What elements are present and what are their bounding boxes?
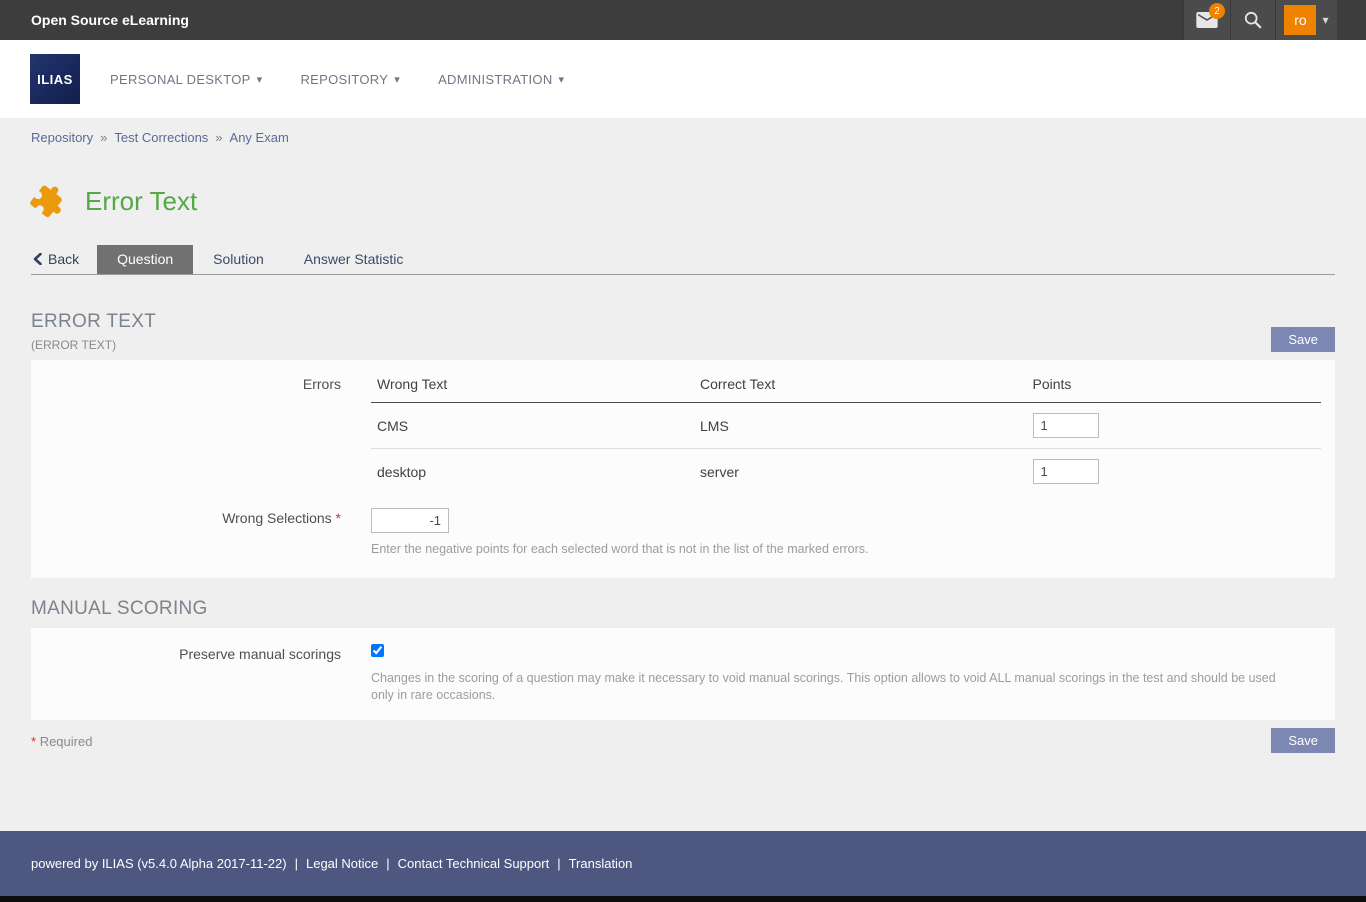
footer-link-translation[interactable]: Translation [569,856,633,871]
nav-repository[interactable]: REPOSITORY ▾ [300,72,400,87]
errors-label: Errors [31,374,371,494]
breadcrumb-repository[interactable]: Repository [31,130,93,145]
col-header-wrong-text: Wrong Text [371,374,694,403]
header: ILIAS PERSONAL DESKTOP ▾ REPOSITORY ▾ AD… [0,40,1366,118]
save-button-top[interactable]: Save [1271,327,1335,352]
title-row: Error Text [0,145,1366,219]
points-input-row1[interactable] [1033,413,1099,438]
main-nav: PERSONAL DESKTOP ▾ REPOSITORY ▾ ADMINIST… [110,72,564,87]
nav-personal-desktop[interactable]: PERSONAL DESKTOP ▾ [110,72,262,87]
save-button-bottom[interactable]: Save [1271,728,1335,753]
ilias-logo[interactable]: ILIAS [30,54,80,104]
errors-table: Wrong Text Correct Text Points CMS LMS d… [371,374,1321,494]
footer-link-legal-notice[interactable]: Legal Notice [306,856,378,871]
points-input-row2[interactable] [1033,459,1099,484]
errors-row: Errors Wrong Text Correct Text Points CM… [31,374,1321,494]
wrong-text-cell: desktop [371,449,694,495]
powered-by-text: powered by ILIAS (v5.4.0 Alpha 2017-11-2… [31,856,287,871]
required-asterisk: * [31,734,36,749]
wrong-selections-help: Enter the negative points for each selec… [371,541,1291,558]
mail-badge: 2 [1209,3,1225,19]
section-subtitle: (ERROR TEXT) [31,338,156,352]
footer-separator: | [386,856,389,871]
col-header-correct-text: Correct Text [694,374,1027,403]
errors-table-header-row: Wrong Text Correct Text Points [371,374,1321,403]
wrong-selections-row: Wrong Selections * Enter the negative po… [31,508,1321,558]
correct-text-cell: LMS [694,403,1027,449]
section-title: ERROR TEXT [31,311,156,333]
breadcrumb-separator: » [215,130,222,145]
breadcrumb: Repository » Test Corrections » Any Exam [0,118,1366,145]
required-note: * Required [31,728,92,749]
breadcrumb-test-corrections[interactable]: Test Corrections [114,130,208,145]
manual-scoring-panel: Preserve manual scorings Changes in the … [31,628,1335,720]
nav-label: PERSONAL DESKTOP [110,72,251,87]
manual-scoring-help: Changes in the scoring of a question may… [371,670,1291,704]
user-menu[interactable]: ro ▾ [1275,0,1337,40]
breadcrumb-any-exam[interactable]: Any Exam [230,130,289,145]
top-bar: Open Source eLearning 2 ro ▾ [0,0,1366,40]
wrong-selections-input[interactable] [371,508,449,533]
wrong-selections-label: Wrong Selections * [31,508,371,558]
form-footer-row: * Required Save [0,720,1366,753]
required-label: Required [40,734,93,749]
footer-separator: | [557,856,560,871]
correct-text-cell: server [694,449,1027,495]
breadcrumb-separator: » [100,130,107,145]
chevron-down-icon: ▾ [1322,13,1328,27]
table-row: desktop server [371,449,1321,495]
app-title: Open Source eLearning [0,12,1183,28]
table-row: CMS LMS [371,403,1321,449]
wrong-text-cell: CMS [371,403,694,449]
label-text: Wrong Selections [222,510,331,526]
col-header-points: Points [1027,374,1322,403]
bottom-strip [0,896,1366,902]
footer-separator: | [295,856,298,871]
tab-question[interactable]: Question [97,245,193,274]
required-asterisk: * [336,510,341,526]
nav-administration[interactable]: ADMINISTRATION ▾ [438,72,564,87]
chevron-left-icon [33,253,42,265]
chevron-down-icon: ▾ [394,73,400,86]
puzzle-icon [31,183,67,219]
nav-label: REPOSITORY [300,72,388,87]
nav-label: ADMINISTRATION [438,72,552,87]
section-title: MANUAL SCORING [31,598,208,620]
preserve-manual-scorings-row: Preserve manual scorings Changes in the … [31,644,1321,704]
search-icon [1244,11,1262,29]
preserve-manual-scorings-label: Preserve manual scorings [31,644,371,704]
preserve-manual-scorings-checkbox[interactable] [371,644,384,657]
user-avatar[interactable]: ro [1284,5,1316,35]
tab-bar: Back Question Solution Answer Statistic [31,245,1335,275]
back-button[interactable]: Back [31,245,97,274]
top-icon-group: 2 ro ▾ [1183,0,1337,40]
chevron-down-icon: ▾ [559,73,565,86]
footer: powered by ILIAS (v5.4.0 Alpha 2017-11-2… [0,831,1366,896]
page-content: Repository » Test Corrections » Any Exam Err… [0,118,1366,831]
search-button[interactable] [1230,0,1275,40]
error-text-section-header: ERROR TEXT (ERROR TEXT) Save [0,275,1366,360]
manual-scoring-section-header: MANUAL SCORING [0,578,1366,628]
page-title: Error Text [85,186,197,217]
error-text-form-panel: Errors Wrong Text Correct Text Points CM… [31,360,1335,578]
footer-link-contact-support[interactable]: Contact Technical Support [398,856,550,871]
mail-button[interactable]: 2 [1183,0,1230,40]
chevron-down-icon: ▾ [257,73,263,86]
tab-solution[interactable]: Solution [193,245,284,274]
tab-answer-statistic[interactable]: Answer Statistic [284,245,424,274]
back-label: Back [48,251,79,267]
